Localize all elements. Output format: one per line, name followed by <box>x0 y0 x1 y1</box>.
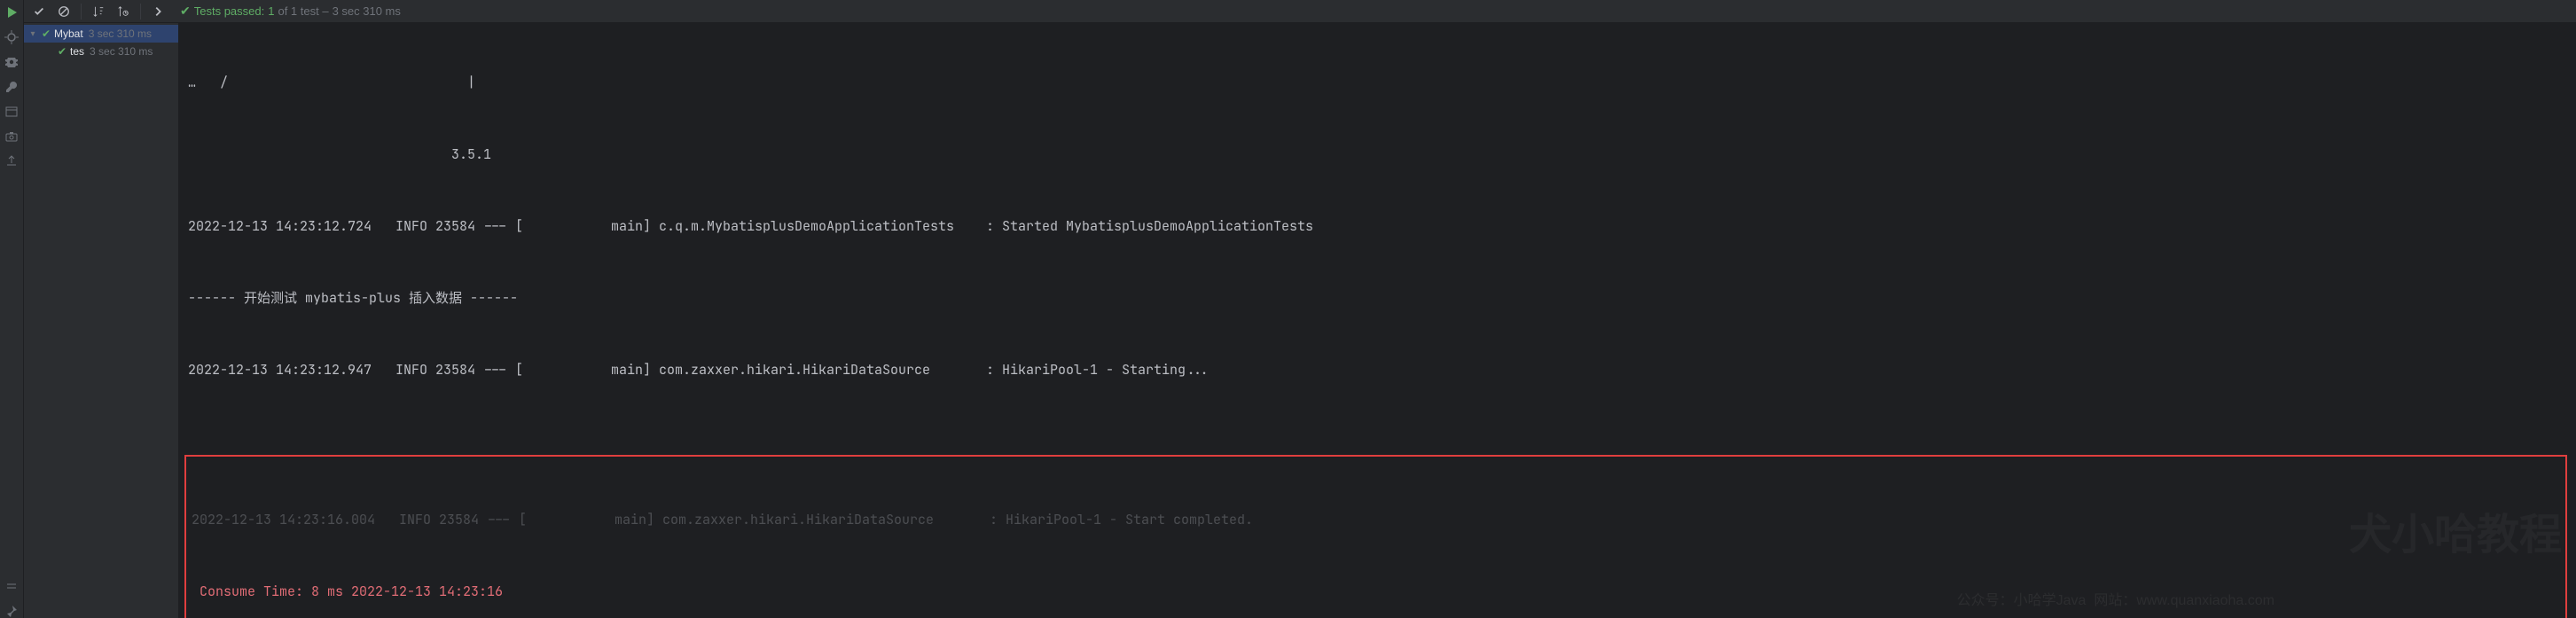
layout-icon[interactable] <box>4 105 19 119</box>
tree-root-time: 3 sec 310 ms <box>89 27 152 40</box>
status-passed-count: 1 <box>268 4 274 18</box>
console-line: ------ 开始测试 mybatis-plus 插入数据 ------ <box>188 286 2567 310</box>
console-line: 2022-12-13 14:23:12.947 INFO 23584 --- [… <box>188 358 2567 382</box>
check-icon: ✔ <box>180 4 191 19</box>
test-status: ✔ Tests passed: 1 of 1 test – 3 sec 310 … <box>180 4 401 19</box>
separator <box>140 4 141 20</box>
tree-child-time: 3 sec 310 ms <box>90 45 153 58</box>
tree-child-label: tes <box>70 45 84 58</box>
status-of-text: of 1 test – <box>278 4 328 18</box>
check-icon: ✔ <box>40 27 52 40</box>
debug-icon[interactable] <box>4 30 19 44</box>
sort-az-button[interactable] <box>89 2 108 21</box>
left-toolbar <box>0 0 24 618</box>
wrench-icon[interactable] <box>4 80 19 94</box>
tree-root-label: Mybat <box>54 27 83 40</box>
export-icon[interactable] <box>4 154 19 168</box>
collapse-icon[interactable] <box>4 579 19 593</box>
console-line: 2022-12-13 14:23:12.724 INFO 23584 --- [… <box>188 215 2567 239</box>
separator <box>81 4 82 20</box>
chevron-right-button[interactable] <box>148 2 168 21</box>
sql-consume-time: Consume Time: 8 ms 2022-12-13 14:23:16 <box>192 580 2560 604</box>
test-toolbar: ✔ Tests passed: 1 of 1 test – 3 sec 310 … <box>24 0 2576 23</box>
check-tests-button[interactable] <box>29 2 49 21</box>
status-duration: 3 sec 310 ms <box>333 4 401 18</box>
console-line: 3.5.1 <box>188 143 2567 167</box>
pin-icon[interactable] <box>4 604 19 618</box>
settings-icon[interactable] <box>4 55 19 69</box>
highlight-box: 2022-12-13 14:23:16.004 INFO 23584 --- [… <box>184 455 2567 618</box>
test-tree: ▾ ✔ Mybat 3 sec 310 ms ✔ tes 3 sec 310 m… <box>24 23 179 618</box>
check-icon: ✔ <box>56 45 68 58</box>
tree-root-row[interactable]: ▾ ✔ Mybat 3 sec 310 ms <box>24 25 178 43</box>
run-icon[interactable] <box>4 5 19 20</box>
tree-child-row[interactable]: ✔ tes 3 sec 310 ms <box>24 43 178 60</box>
console-line-in-box-muted: 2022-12-13 14:23:16.004 INFO 23584 --- [… <box>192 508 2560 532</box>
status-passed-label: Tests passed: <box>194 4 265 18</box>
chevron-down-icon[interactable]: ▾ <box>27 29 38 39</box>
stop-tests-button[interactable] <box>54 2 74 21</box>
console-line: … / | <box>188 71 2567 95</box>
sort-time-button[interactable] <box>114 2 133 21</box>
console-output[interactable]: … / | 3.5.1 2022-12-13 14:23:12.724 INFO… <box>179 23 2576 618</box>
camera-icon[interactable] <box>4 129 19 144</box>
